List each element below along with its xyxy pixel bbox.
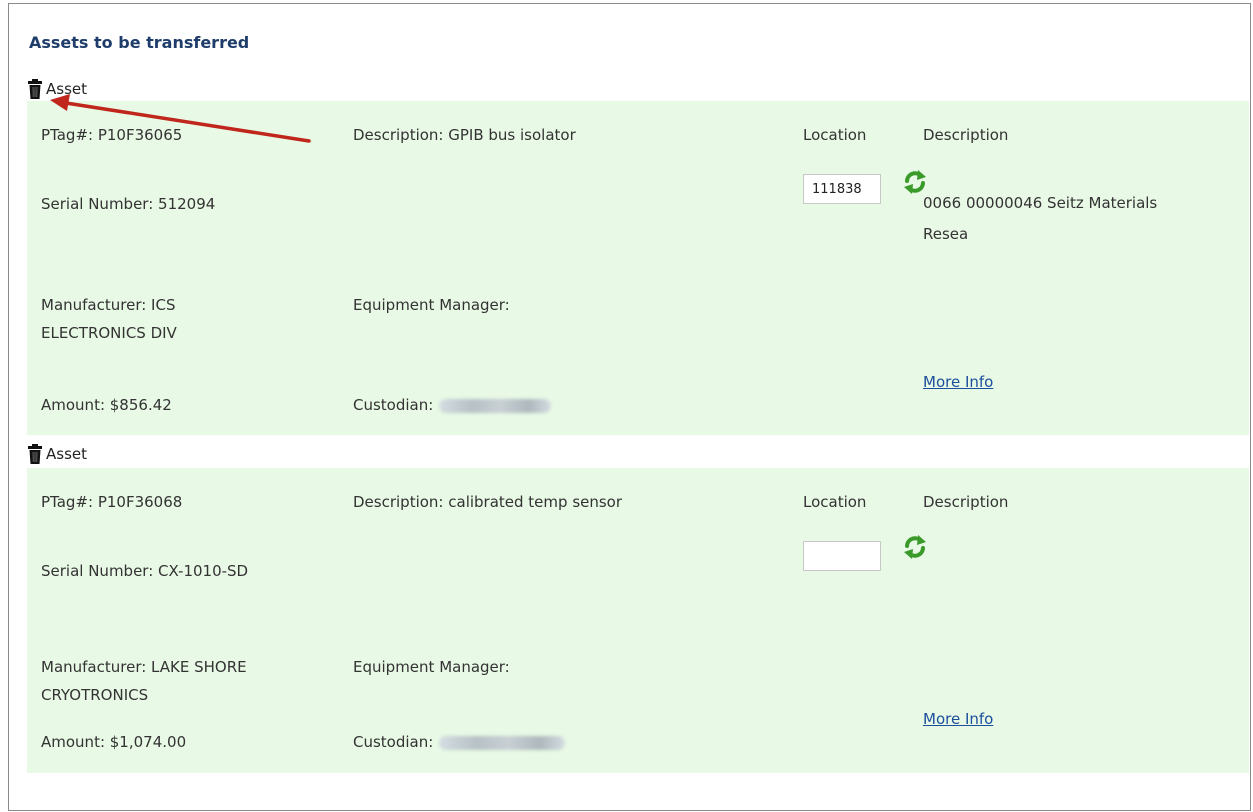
asset-label: Asset (46, 445, 88, 463)
more-info-link[interactable]: More Info (923, 373, 993, 391)
ptag: PTag#: P10F36068 (41, 493, 183, 511)
custodian: Custodian: (353, 392, 552, 418)
location-description-line2: Resea (923, 225, 969, 243)
trash-icon[interactable] (26, 444, 44, 464)
redacted-custodian-name (439, 735, 566, 750)
location-header: Location (803, 126, 867, 144)
description-header: Description (923, 493, 1009, 511)
location-input[interactable] (803, 174, 881, 204)
asset-header-1: Asset (26, 79, 87, 99)
ptag: PTag#: P10F36065 (41, 126, 183, 144)
asset-card-2: PTag#: P10F36068 Description: calibrated… (27, 468, 1249, 773)
custodian-label: Custodian: (353, 733, 434, 751)
asset-description: Description: calibrated temp sensor (353, 493, 623, 511)
redacted-custodian-name (439, 398, 552, 413)
equipment-manager: Equipment Manager: (353, 658, 510, 676)
equipment-manager: Equipment Manager: (353, 296, 510, 314)
location-header: Location (803, 493, 867, 511)
asset-label: Asset (46, 80, 88, 98)
location-description-line1: 0066 00000046 Seitz Materials (923, 194, 1158, 212)
manufacturer-line1: Manufacturer: LAKE SHORE (41, 658, 247, 676)
serial-number: Serial Number: 512094 (41, 195, 216, 213)
amount: Amount: $856.42 (41, 396, 172, 414)
more-info-link[interactable]: More Info (923, 710, 993, 728)
serial-number: Serial Number: CX-1010-SD (41, 562, 249, 580)
custodian: Custodian: (353, 729, 566, 755)
refresh-icon[interactable] (902, 534, 928, 560)
asset-header-2: Asset (26, 444, 87, 464)
location-input[interactable] (803, 541, 881, 571)
manufacturer-line2: ELECTRONICS DIV (41, 324, 177, 342)
amount: Amount: $1,074.00 (41, 733, 187, 751)
section-title: Assets to be transferred (29, 33, 250, 52)
manufacturer-line1: Manufacturer: ICS (41, 296, 176, 314)
asset-description: Description: GPIB bus isolator (353, 126, 576, 144)
custodian-label: Custodian: (353, 396, 434, 414)
trash-icon[interactable] (26, 79, 44, 99)
asset-card-1: PTag#: P10F36065 Description: GPIB bus i… (27, 101, 1249, 435)
description-header: Description (923, 126, 1009, 144)
manufacturer-line2: CRYOTRONICS (41, 686, 149, 704)
